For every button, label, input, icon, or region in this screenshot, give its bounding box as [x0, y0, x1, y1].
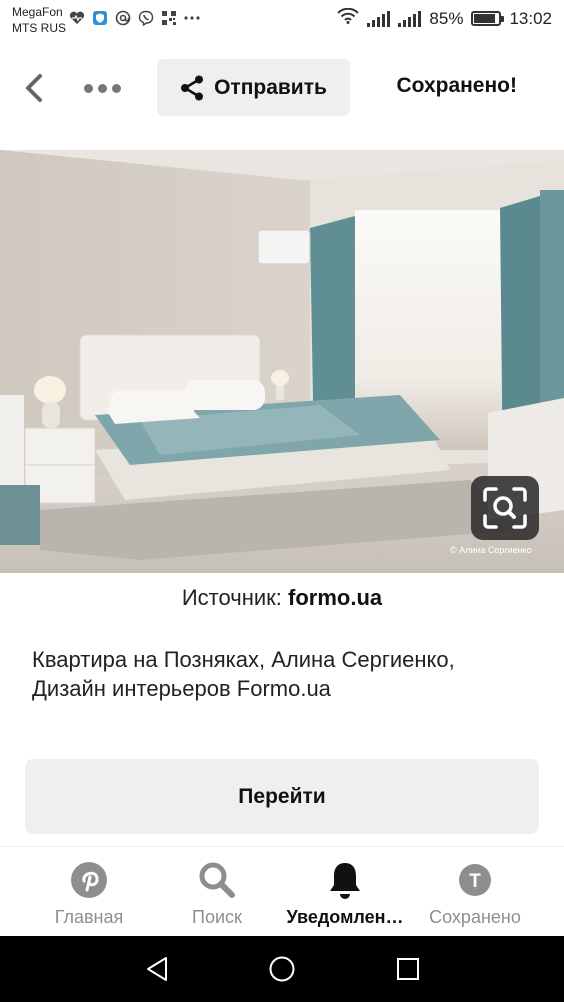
search-icon [199, 862, 235, 898]
system-navigation-bar [0, 936, 564, 1002]
square-recents-icon [397, 958, 419, 980]
bell-icon [330, 863, 360, 899]
more-options-button[interactable] [78, 72, 126, 104]
profile-initial: T [469, 871, 481, 892]
qr-icon [160, 9, 178, 27]
nav-saved-label: Сохранено [429, 907, 521, 927]
carrier-name-1: MegaFon [12, 5, 63, 19]
viber-icon [137, 9, 155, 27]
image-watermark: © Алина Сергиенко [450, 545, 532, 555]
lens-search-icon [483, 487, 527, 529]
carrier-info: MegaFon MTS RUS [12, 4, 66, 36]
nav-notifications-label: Уведомлен… [286, 907, 404, 927]
battery-icon [471, 11, 505, 26]
pin-image[interactable]: © Алина Сергиенко [0, 150, 564, 573]
send-button[interactable]: Отправить [157, 59, 350, 116]
bottom-navigation: Главная Поиск Уведомлен… T Сохранено [0, 846, 564, 936]
clock: 13:02 [509, 8, 552, 28]
back-button[interactable] [16, 70, 52, 106]
nav-home-label: Главная [54, 907, 124, 927]
status-bar: MegaFon MTS RUS 85% 13:02 [0, 0, 564, 40]
system-back-button[interactable] [142, 954, 172, 984]
nav-search[interactable]: Поиск [147, 859, 287, 928]
heart-monitor-icon [68, 9, 86, 27]
battery-percent: 85% [429, 8, 464, 28]
source-domain: formo.ua [288, 585, 383, 610]
wifi-icon [337, 7, 360, 29]
nav-home[interactable]: Главная [19, 859, 159, 928]
saved-status[interactable]: Сохранено! [396, 74, 517, 98]
carrier-name-2: MTS RUS [12, 21, 66, 35]
profile-icon: T [459, 864, 491, 896]
shield-icon [91, 9, 109, 27]
notification-icons [68, 9, 201, 27]
more-dot [83, 83, 93, 93]
system-recents-button[interactable] [393, 954, 423, 984]
triangle-back-icon [147, 957, 167, 981]
screen: MegaFon MTS RUS 85% 13:02 Отправить Сохр… [0, 0, 564, 1002]
visit-button[interactable]: Перейти [25, 759, 539, 834]
signal-strength-icon-2 [398, 10, 422, 27]
share-icon [181, 75, 204, 100]
pinterest-icon [71, 862, 107, 898]
signal-strength-icon-1 [367, 10, 391, 27]
status-right: 85% 13:02 [337, 7, 552, 29]
more-dot [97, 83, 107, 93]
nav-search-label: Поиск [192, 907, 242, 927]
nav-notifications[interactable]: Уведомлен… [275, 859, 415, 928]
at-icon [114, 9, 132, 27]
circle-home-icon [269, 956, 295, 982]
source-prefix: Источник: [181, 585, 289, 610]
more-dot [111, 83, 121, 93]
pin-description: Квартира на Позняках, Алина Сергиенко, Д… [32, 647, 455, 701]
more-dots-icon [183, 9, 201, 27]
system-home-button[interactable] [267, 954, 297, 984]
visual-search-button[interactable] [471, 476, 539, 540]
send-button-label: Отправить [214, 75, 327, 99]
chevron-left-icon [26, 74, 42, 102]
top-bar: Отправить Сохранено! [0, 40, 564, 135]
nav-saved[interactable]: T Сохранено [405, 859, 545, 928]
source-link[interactable]: Источник: formo.ua [0, 585, 564, 611]
